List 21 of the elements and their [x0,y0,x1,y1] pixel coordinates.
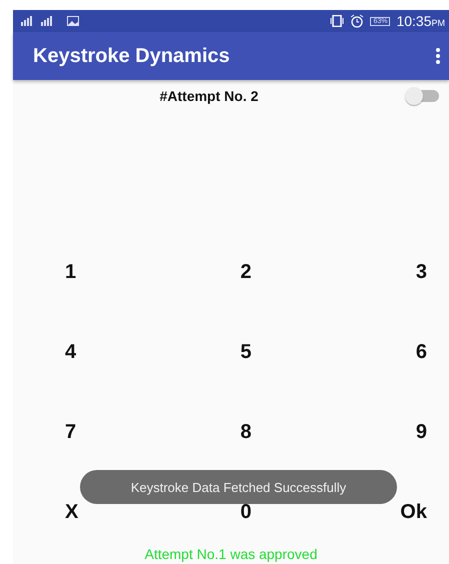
keypad-key[interactable]: 2 [240,260,252,284]
keypad-key[interactable]: 3 [416,260,427,284]
image-icon [67,16,79,26]
keypad-key[interactable]: X [65,500,78,524]
keypad-key[interactable]: 5 [240,340,252,364]
toggle-switch[interactable] [405,87,441,105]
keypad-key[interactable]: 8 [240,420,252,444]
result-message: Attempt No.1 was approved [144,546,318,562]
app-title: Keystroke Dynamics [33,44,231,68]
keypad-key[interactable]: 9 [416,420,427,444]
keypad-key[interactable]: 4 [65,340,76,364]
more-options-icon[interactable] [435,47,441,65]
attempt-label: #Attempt No. 2 [158,88,260,104]
alarm-icon [350,14,364,28]
status-toast: Keystroke Data Fetched Successfully [80,470,397,504]
clock-time: 10:35PM [396,13,445,29]
keypad-key[interactable]: 6 [416,340,427,364]
keypad-key[interactable]: 7 [65,420,76,444]
keypad-key[interactable]: Ok [400,500,427,524]
keypad-key[interactable]: 1 [65,260,76,284]
vibrate-icon [330,15,344,27]
